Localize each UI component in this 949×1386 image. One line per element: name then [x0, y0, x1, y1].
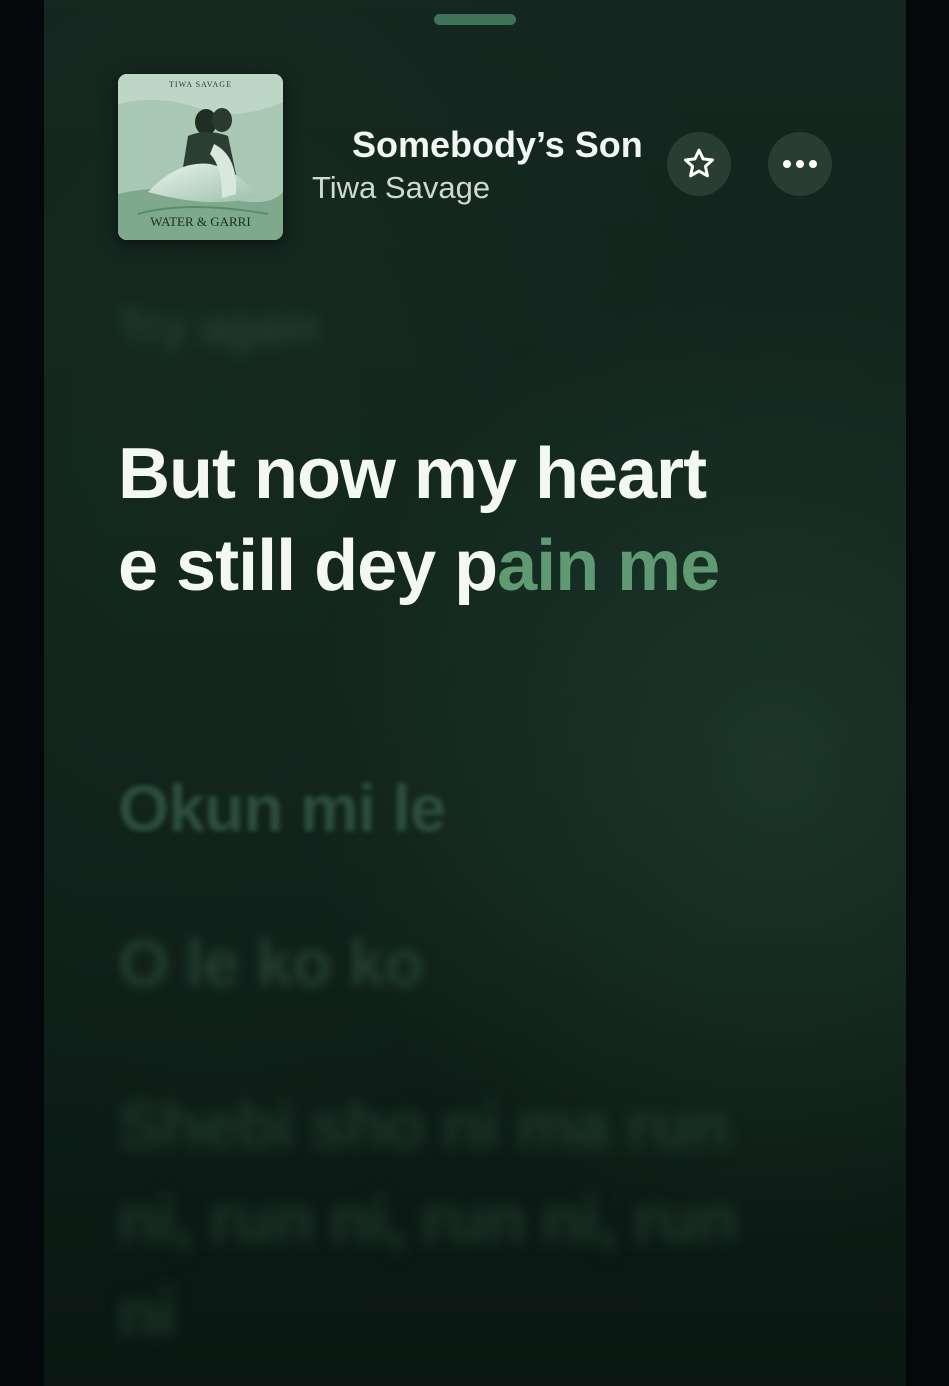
lyric-line-next[interactable]: Okun mi le	[118, 770, 446, 846]
star-icon	[684, 148, 714, 178]
ellipsis-icon	[783, 160, 817, 168]
album-title-text: WATER & GARRI	[150, 214, 251, 229]
album-artwork[interactable]: TIWA SAVAGE WATER & GARRI	[118, 74, 283, 240]
sheet-grabber-handle[interactable]	[434, 14, 516, 25]
lyric-line-current[interactable]: But now my heart e still dey pain me	[118, 428, 758, 612]
song-title[interactable]: Somebody’s Son	[352, 124, 656, 166]
lyric-unsung-part: ain me	[497, 526, 720, 606]
album-artist-text: TIWA SAVAGE	[169, 80, 232, 89]
more-options-button[interactable]	[768, 132, 832, 196]
lyric-line-previous[interactable]: Try again	[118, 300, 320, 354]
lyric-line-next[interactable]: Shebi sho ni ma run ni, run ni, run ni, …	[118, 1078, 738, 1360]
artist-name[interactable]: Tiwa Savage	[312, 170, 490, 206]
lyrics-screen: TIWA SAVAGE WATER & GARRI Somebody’s Son…	[44, 0, 906, 1386]
lyric-line-next[interactable]: O le ko ko	[118, 925, 424, 1001]
favorite-button[interactable]	[667, 132, 731, 196]
